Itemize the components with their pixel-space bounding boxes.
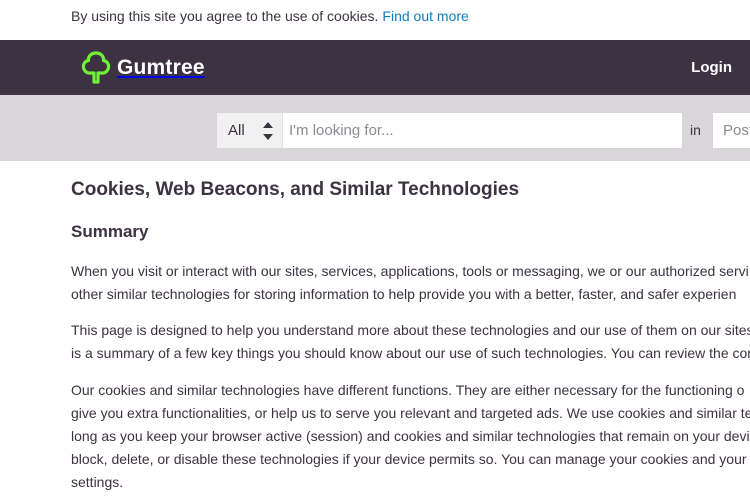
brand-name: Gumtree [117,56,205,79]
section-heading: Summary [71,222,149,241]
location-input[interactable] [713,113,750,148]
tree-icon [81,50,111,86]
paragraph-line: When you visit or interact with our site… [71,263,749,279]
gumtree-logo[interactable]: Gumtree [81,50,205,86]
paragraph-line: settings. [71,474,124,490]
category-value: All [228,122,245,139]
paragraph-line: block, delete, or disable these technolo… [71,451,747,467]
paragraph-line: other similar technologies for storing i… [71,286,737,302]
find-out-more-link[interactable]: Find out more [382,8,468,24]
cookie-notice-text: By using this site you agree to the use … [71,8,379,24]
in-label: in [690,122,701,138]
paragraph: This page is designed to help you unders… [71,319,750,365]
cookie-notice: By using this site you agree to the use … [0,0,750,40]
search-bar: All in [0,95,750,161]
site-header: Gumtree Login [0,40,750,95]
paragraph: When you visit or interact with our site… [71,260,749,306]
category-select[interactable]: All [217,113,283,148]
paragraph-line: give you extra functionalities, or help … [71,405,750,421]
login-link[interactable]: Login [691,59,732,76]
paragraph-line: is a summary of a few key things you sho… [71,345,750,361]
paragraph: Our cookies and similar technologies hav… [71,379,750,494]
page-title: Cookies, Web Beacons, and Similar Techno… [71,179,520,200]
search-input[interactable] [283,113,682,148]
paragraph-line: long as you keep your browser active (se… [71,428,750,444]
paragraph-line: This page is designed to help you unders… [71,322,750,338]
select-arrows-icon [263,122,273,140]
paragraph-line: Our cookies and similar technologies hav… [71,382,745,398]
